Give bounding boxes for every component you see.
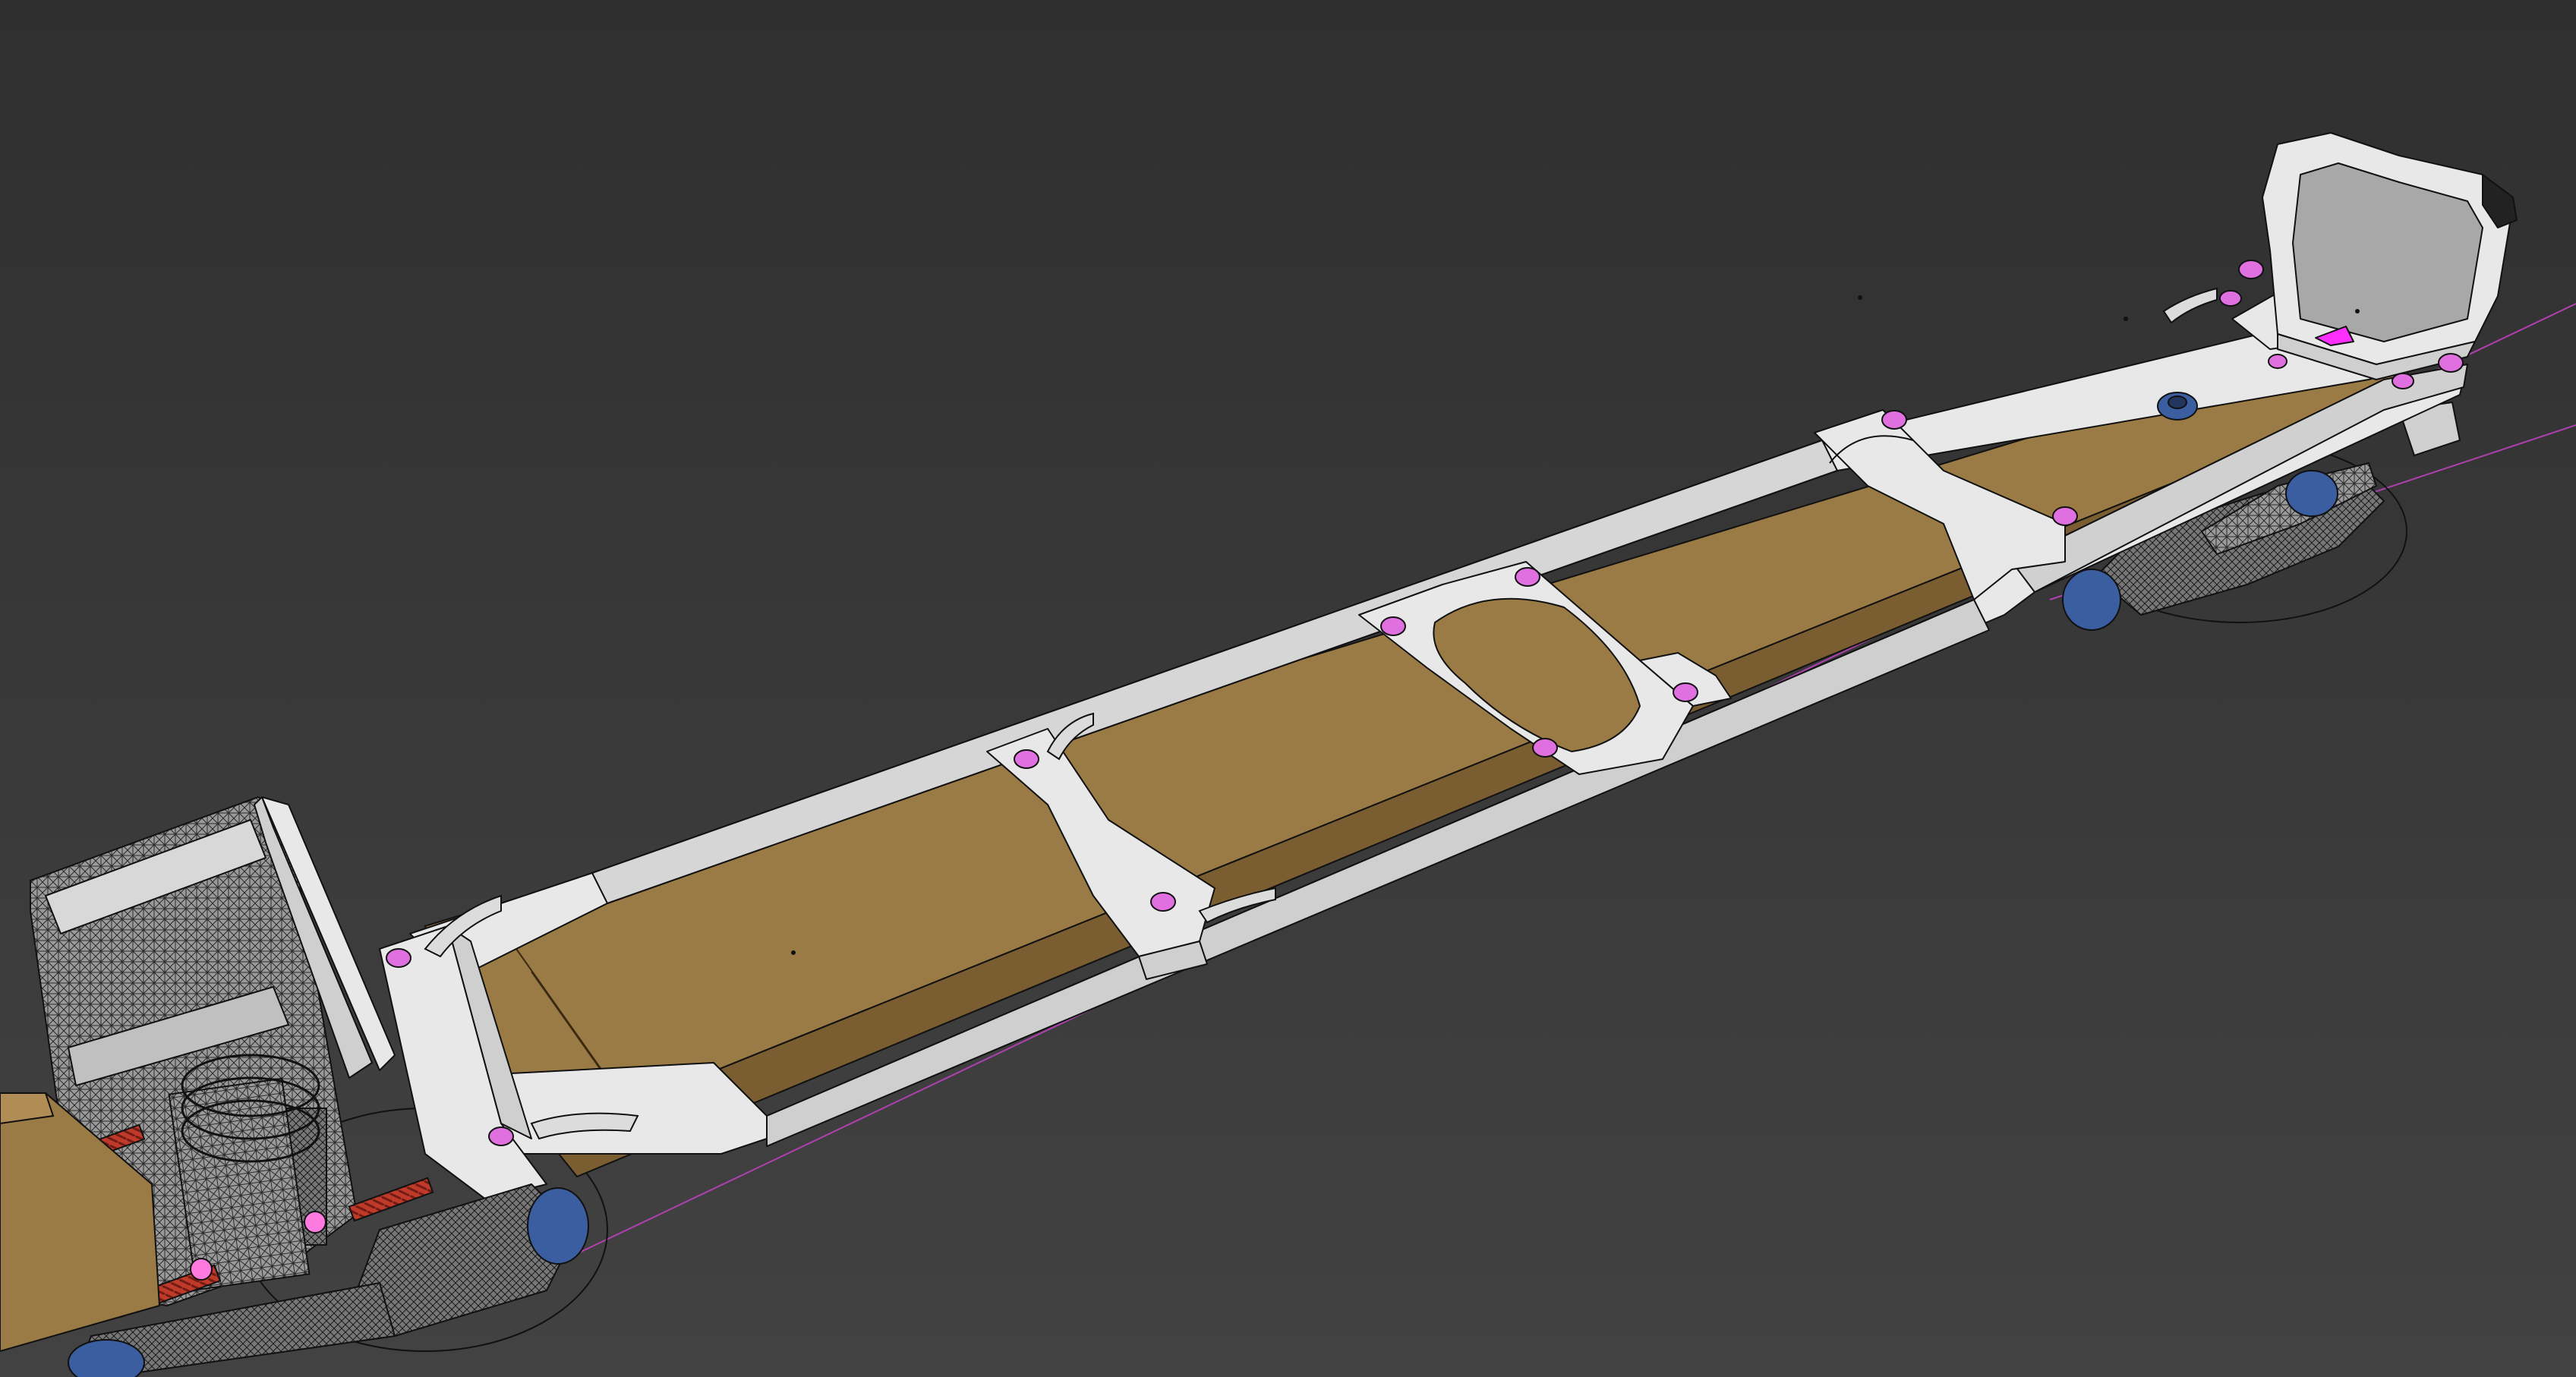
bolt-icon <box>2438 353 2464 373</box>
bolt-icon <box>2052 506 2078 526</box>
bolt-icon <box>2219 290 2242 307</box>
bolt-icon <box>1380 616 1406 636</box>
wheel-icon <box>527 1187 589 1265</box>
wheel-icon <box>2062 569 2121 631</box>
wagon-model[interactable] <box>0 0 2576 1377</box>
wheel-icon <box>2285 470 2338 517</box>
bolt-icon <box>1881 410 1907 430</box>
bolt-icon <box>2238 260 2264 279</box>
3d-viewport[interactable] <box>0 0 2576 1377</box>
bolt-icon <box>1150 892 1176 912</box>
bolt-icon <box>488 1126 514 1146</box>
bolt-icon <box>2392 373 2414 389</box>
bolt-icon <box>386 948 411 968</box>
bolt-icon <box>1532 738 1558 758</box>
bolt-icon <box>1673 682 1698 702</box>
bolt-icon <box>1515 567 1540 587</box>
king-pin <box>2157 392 2198 421</box>
bolt-icon <box>2268 354 2288 369</box>
bolt-icon <box>1014 749 1039 769</box>
